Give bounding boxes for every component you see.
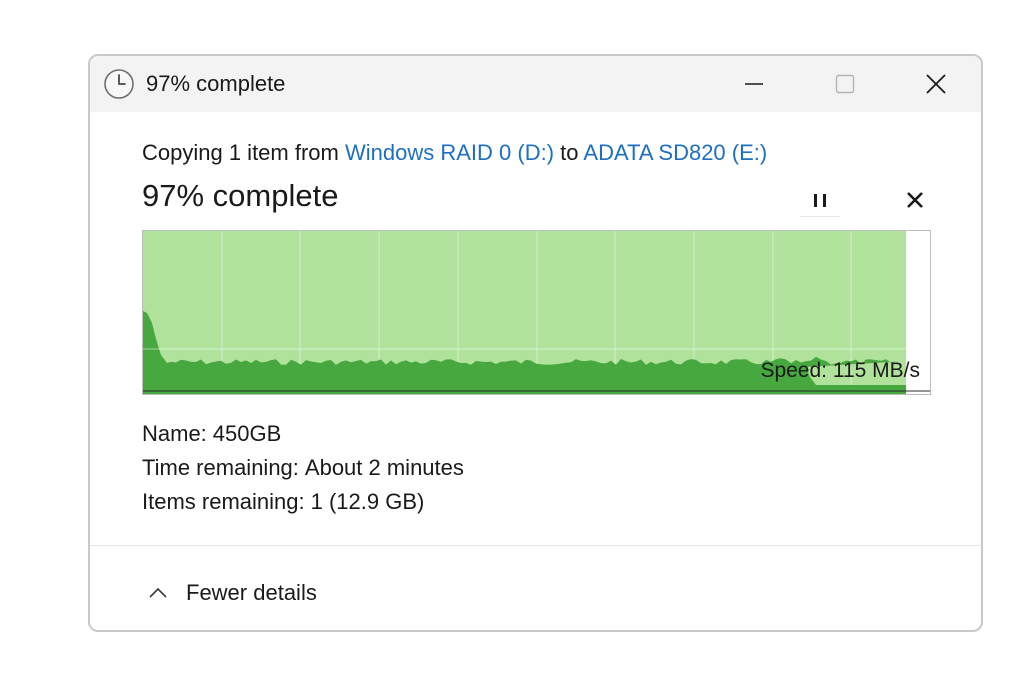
time-remaining-label: Time remaining: (142, 455, 299, 480)
items-remaining-value: 1 (12.9 GB) (310, 489, 425, 514)
cancel-button[interactable] (900, 184, 930, 216)
cancel-icon (907, 192, 923, 208)
clock-icon (104, 69, 134, 99)
name-label: Name: (142, 421, 207, 446)
fewer-details-label: Fewer details (186, 580, 317, 605)
items-remaining-label: Items remaining: (142, 489, 305, 514)
maximize-button[interactable] (798, 56, 892, 112)
source-link[interactable]: Windows RAID 0 (D:) (345, 140, 554, 165)
destination-link[interactable]: ADATA SD820 (E:) (583, 140, 767, 165)
title-bar[interactable]: 97% complete (90, 56, 981, 112)
pause-button[interactable] (800, 184, 840, 217)
transfer-speed-graph: Speed: 115 MB/s (142, 230, 931, 395)
chevron-up-icon (149, 587, 167, 598)
progress-heading: 97% complete (142, 178, 339, 213)
window-title: 97% complete (146, 71, 286, 96)
speed-value: 115 MB/s (832, 359, 920, 382)
minimize-icon (745, 83, 763, 85)
close-window-button[interactable] (889, 56, 981, 112)
name-value: 450GB (212, 421, 282, 446)
copy-progress-dialog: 97% complete Copying 1 item from Windows… (88, 54, 983, 632)
footer-divider (90, 545, 981, 546)
time-remaining-value: About 2 minutes (304, 455, 464, 480)
fewer-details-toggle[interactable]: Fewer details (148, 576, 317, 610)
pause-icon (811, 193, 829, 207)
copy-summary-connector: to (560, 140, 579, 165)
detail-name: Name: 450GB (142, 421, 281, 447)
close-icon (926, 74, 946, 94)
speed-label: Speed: (760, 359, 827, 382)
detail-time-remaining: Time remaining: About 2 minutes (142, 455, 464, 481)
copy-summary: Copying 1 item from Windows RAID 0 (D:) … (142, 140, 767, 166)
minimize-button[interactable] (707, 56, 801, 112)
copy-summary-prefix: Copying 1 item from (142, 140, 339, 165)
maximize-icon (835, 74, 855, 94)
detail-items-remaining: Items remaining: 1 (12.9 GB) (142, 489, 424, 515)
speed-readout: Speed: 115 MB/s (760, 359, 920, 383)
